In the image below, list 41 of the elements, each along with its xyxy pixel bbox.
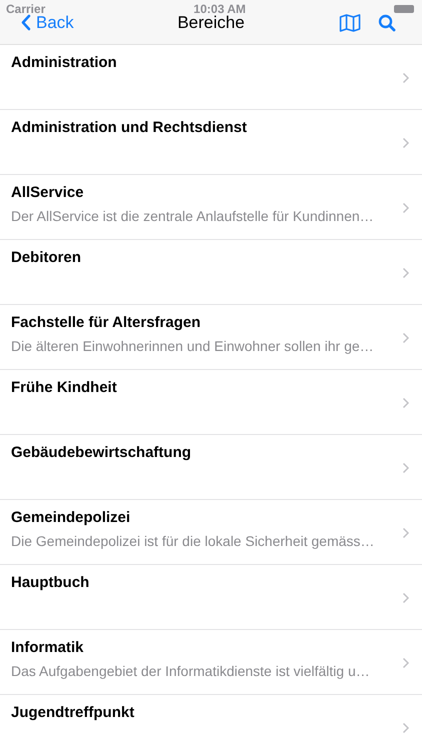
item-description: Die Gemeindepolizei ist für die lokale Sicherheit gemäss… [11,533,376,549]
chevron-right-icon [402,657,410,669]
list-item[interactable]: Hauptbuch [0,565,422,630]
list-item[interactable]: Gemeindepolizei Die Gemeindepolizei ist für die lokale Sicherheit gemäss… [0,500,422,565]
item-title: Gemeindepolizei [11,509,132,526]
list-item[interactable]: Gebäudebewirtschaftung [0,435,422,500]
item-title: Jugendtreffpunkt [11,704,136,721]
chevron-left-icon [20,14,31,31]
list-item[interactable]: Debitoren [0,240,422,305]
item-description: Die älteren Einwohnerinnen und Einwohner sollen ihr ge… [11,338,375,354]
list-item[interactable]: AllService Der AllService ist die zentrale Anlaufstelle für Kundinnen… [0,175,422,240]
list-item[interactable]: Frühe Kindheit [0,370,422,435]
item-title: Debitoren [11,249,82,266]
chevron-right-icon [402,202,410,214]
chevron-right-icon [402,462,410,474]
list-item[interactable]: Administration und Rechtsdienst [0,110,422,175]
item-title: Frühe Kindheit [11,379,118,396]
battery-icon [394,5,414,13]
list-item[interactable]: Jugendtreffpunkt [0,695,422,750]
chevron-right-icon [402,592,410,604]
chevron-right-icon [402,72,410,84]
chevron-right-icon [402,722,410,734]
item-title: Informatik [11,639,85,656]
item-title: Gebäudebewirtschaftung [11,444,192,461]
chevron-right-icon [402,267,410,279]
item-description: Der AllService ist die zentrale Anlaufstelle für Kundinnen… [11,208,375,224]
chevron-right-icon [402,137,410,149]
item-title: AllService [11,184,85,201]
item-title: Hauptbuch [11,574,90,591]
list-item[interactable]: Administration [0,45,422,110]
search-icon[interactable] [378,14,396,32]
item-title: Administration und Rechtsdienst [11,119,248,136]
chevron-right-icon [402,397,410,409]
item-description: Das Aufgabengebiet der Informatikdienste ist vielfältig u… [11,663,371,679]
chevron-right-icon [402,527,410,539]
item-title: Administration [11,54,118,71]
list-item[interactable]: Informatik Das Aufgabengebiet der Informatikdienste ist vielfältig u… [0,630,422,695]
chevron-right-icon [402,332,410,344]
list-item[interactable]: Fachstelle für Altersfragen Die älteren Einwohnerinnen und Einwohner sollen ihr ge… [0,305,422,370]
map-icon[interactable] [339,12,361,32]
item-title: Fachstelle für Altersfragen [11,314,202,331]
